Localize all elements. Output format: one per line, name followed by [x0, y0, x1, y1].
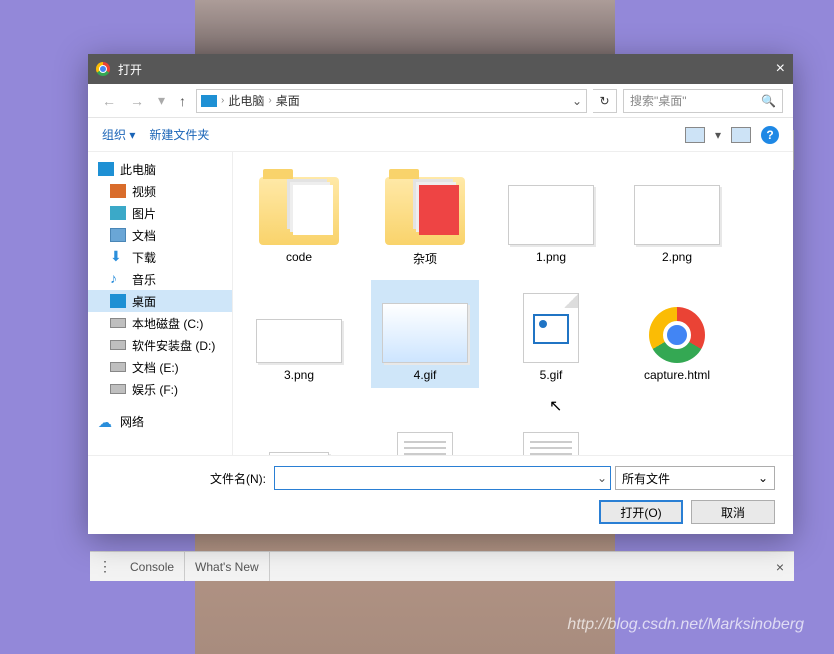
sidebar-item-drive-c[interactable]: 本地磁盘 (C:) — [88, 312, 232, 334]
folder-icon — [259, 177, 339, 245]
drive-icon — [110, 362, 126, 372]
sidebar-item-pc[interactable]: 此电脑 — [88, 158, 232, 180]
preview-pane-icon[interactable] — [731, 127, 751, 143]
toolbar: 组织 ▾ 新建文件夹 ▾ ? — [88, 118, 793, 152]
filename-label: 文件名(N): — [106, 470, 266, 487]
watermark: http://blog.csdn.net/Marksinoberg — [567, 616, 804, 634]
new-folder-button[interactable]: 新建文件夹 — [149, 126, 209, 143]
file-type-filter[interactable]: 所有文件⌄ — [615, 466, 775, 490]
open-button[interactable]: 打开(O) — [599, 500, 683, 524]
image-thumbnail-icon — [382, 303, 468, 363]
file-item[interactable]: 5.gif — [497, 280, 605, 388]
document-icon — [523, 432, 579, 455]
chevron-down-icon[interactable]: ⌄ — [572, 94, 582, 108]
drive-icon — [110, 340, 126, 350]
chevron-right-icon: › — [268, 95, 271, 106]
chrome-icon — [649, 307, 705, 363]
document-icon — [397, 432, 453, 455]
nav-back-icon[interactable]: ← — [98, 93, 120, 109]
chevron-down-icon[interactable]: ▾ — [715, 128, 721, 142]
file-item[interactable] — [245, 398, 353, 455]
organize-button[interactable]: 组织 ▾ — [102, 126, 135, 143]
dialog-footer: 文件名(N): ⌄ 所有文件⌄ 打开(O) 取消 — [88, 455, 793, 534]
folder-icon — [385, 177, 465, 245]
search-icon: 🔍 — [761, 94, 776, 108]
pc-icon — [98, 162, 114, 176]
file-item[interactable]: 2.png — [623, 162, 731, 270]
image-thumbnail-icon — [256, 319, 342, 363]
drive-icon — [110, 318, 126, 328]
sidebar-item-pictures[interactable]: 图片 — [88, 202, 232, 224]
view-mode-icon[interactable] — [685, 127, 705, 143]
chrome-icon — [96, 62, 110, 76]
devtools-bottom-bar: ⋮ Console What's New × — [90, 551, 794, 581]
video-icon — [110, 184, 126, 198]
pictures-icon — [110, 206, 126, 220]
devtools-tab-console[interactable]: Console — [120, 552, 185, 581]
nav-bar: ← → ▾ ↑ › 此电脑 › 桌面 ⌄ ↻ 搜索"桌面" 🔍 — [88, 84, 793, 118]
desktop-icon — [110, 294, 126, 308]
file-item[interactable] — [371, 398, 479, 455]
file-item-selected[interactable]: 4.gif — [371, 280, 479, 388]
filename-input[interactable] — [274, 466, 611, 490]
chevron-down-icon[interactable]: ⌄ — [597, 471, 607, 485]
close-icon[interactable]: × — [776, 60, 785, 78]
image-thumbnail-icon — [508, 185, 594, 245]
file-item[interactable]: 杂项 — [371, 162, 479, 270]
file-item[interactable] — [497, 398, 605, 455]
file-item[interactable]: 3.png — [245, 280, 353, 388]
file-open-dialog: 打开 × ← → ▾ ↑ › 此电脑 › 桌面 ⌄ ↻ 搜索"桌面" 🔍 组织 … — [88, 54, 793, 534]
nav-forward-icon[interactable]: → — [126, 93, 148, 109]
sidebar-item-desktop[interactable]: 桌面 — [88, 290, 232, 312]
devtools-tab-whatsnew[interactable]: What's New — [185, 552, 270, 581]
sidebar-item-downloads[interactable]: ⬇下载 — [88, 246, 232, 268]
file-grid[interactable]: code 杂项 1.png 2.png 3.png 4.gif — [233, 152, 793, 455]
devtools-close-icon[interactable]: × — [776, 559, 784, 575]
refresh-icon[interactable]: ↻ — [593, 89, 617, 113]
document-icon — [110, 228, 126, 242]
breadcrumb[interactable]: › 此电脑 › 桌面 ⌄ — [196, 89, 587, 113]
sidebar-item-drive-d[interactable]: 软件安装盘 (D:) — [88, 334, 232, 356]
file-item[interactable]: 1.png — [497, 162, 605, 270]
sidebar: 此电脑 视频 图片 文档 ⬇下载 ♪音乐 桌面 本地磁盘 (C:) 软件安装盘 … — [88, 152, 233, 455]
file-item[interactable]: capture.html — [623, 280, 731, 388]
drive-icon — [110, 384, 126, 394]
file-icon — [523, 293, 579, 363]
help-icon[interactable]: ? — [761, 126, 779, 144]
pc-icon — [201, 95, 217, 107]
dialog-title: 打开 — [118, 61, 142, 78]
search-placeholder: 搜索"桌面" — [630, 92, 687, 109]
nav-up-icon[interactable]: ↑ — [175, 93, 190, 109]
download-icon: ⬇ — [110, 250, 126, 264]
music-icon: ♪ — [110, 272, 126, 286]
image-thumbnail-icon — [269, 452, 329, 455]
chevron-right-icon: › — [221, 95, 224, 106]
file-item[interactable]: code — [245, 162, 353, 270]
sidebar-item-drive-e[interactable]: 文档 (E:) — [88, 356, 232, 378]
breadcrumb-current[interactable]: 桌面 — [276, 92, 300, 109]
chevron-down-icon: ⌄ — [758, 471, 768, 485]
devtools-menu-icon[interactable]: ⋮ — [90, 558, 120, 575]
search-input[interactable]: 搜索"桌面" 🔍 — [623, 89, 783, 113]
titlebar: 打开 × — [88, 54, 793, 84]
sidebar-item-documents[interactable]: 文档 — [88, 224, 232, 246]
sidebar-item-drive-f[interactable]: 娱乐 (F:) — [88, 378, 232, 400]
network-icon: ☁ — [98, 414, 114, 428]
sidebar-item-network[interactable]: ☁网络 — [88, 410, 232, 432]
nav-history-icon[interactable]: ▾ — [154, 92, 169, 109]
image-thumbnail-icon — [634, 185, 720, 245]
sidebar-item-video[interactable]: 视频 — [88, 180, 232, 202]
cancel-button[interactable]: 取消 — [691, 500, 775, 524]
breadcrumb-root[interactable]: 此电脑 — [228, 92, 264, 109]
sidebar-item-music[interactable]: ♪音乐 — [88, 268, 232, 290]
